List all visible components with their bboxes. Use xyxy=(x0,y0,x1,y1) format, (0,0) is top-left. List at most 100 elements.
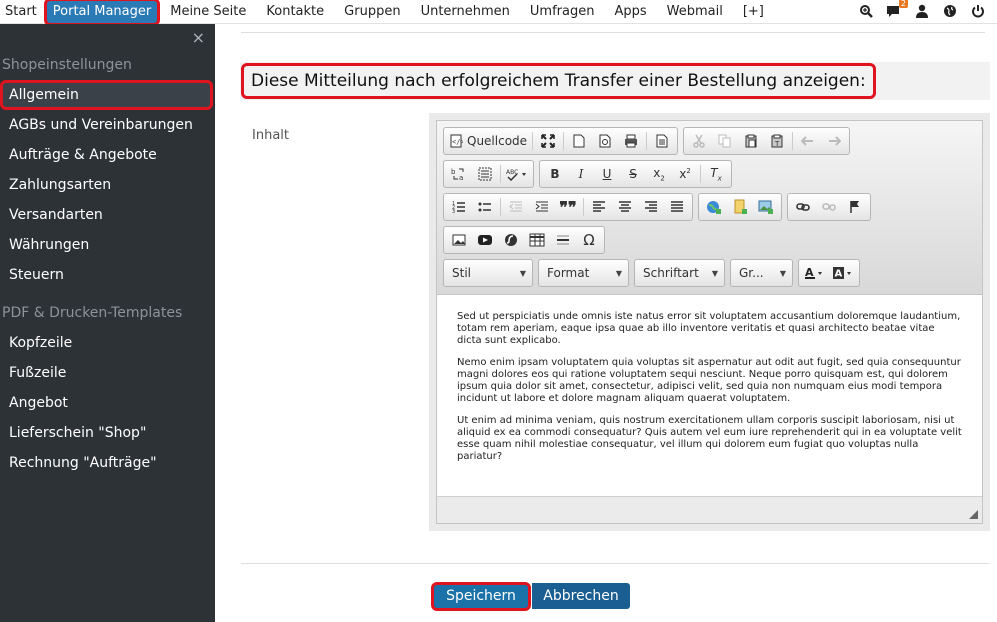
templates-icon[interactable] xyxy=(649,129,675,153)
bulleted-list-icon[interactable] xyxy=(472,195,498,219)
align-center-icon[interactable] xyxy=(612,195,638,219)
save-button[interactable]: Speichern xyxy=(431,582,531,611)
size-dropdown[interactable]: Gr... ▼ xyxy=(730,259,793,287)
toolbar-group-insert: Ω xyxy=(443,226,605,254)
sidebar-item-rechnung[interactable]: Rechnung "Aufträge" xyxy=(0,448,215,478)
font-dropdown[interactable]: Schriftart ▼ xyxy=(634,259,725,287)
globe-link-icon[interactable] xyxy=(701,195,727,219)
style-dropdown-label: Stil xyxy=(452,266,471,280)
sidebar-item-agbs[interactable]: AGBs und Vereinbarungen xyxy=(0,110,215,140)
resize-handle-icon[interactable] xyxy=(969,510,978,519)
text-color-icon[interactable]: A xyxy=(801,261,829,285)
indent-icon[interactable] xyxy=(529,195,555,219)
align-left-icon[interactable] xyxy=(586,195,612,219)
nav-kontakte[interactable]: Kontakte xyxy=(256,0,334,24)
sidebar: × Shopeinstellungen Allgemein AGBs und V… xyxy=(0,24,215,622)
toolbar-separator xyxy=(792,132,794,150)
nav-webmail[interactable]: Webmail xyxy=(657,0,733,24)
sidebar-item-waehrungen[interactable]: Währungen xyxy=(0,230,215,260)
preview-icon[interactable] xyxy=(592,129,618,153)
toolbar-separator xyxy=(500,165,501,183)
flash-icon[interactable] xyxy=(498,228,524,252)
align-justify-icon[interactable] xyxy=(664,195,690,219)
bold-icon[interactable]: B xyxy=(542,162,568,186)
nav-apps[interactable]: Apps xyxy=(604,0,656,24)
link-icon[interactable] xyxy=(790,195,816,219)
strikethrough-icon[interactable]: S xyxy=(620,162,646,186)
remove-format-icon[interactable]: Tx xyxy=(703,162,729,186)
cancel-button[interactable]: Abbrechen xyxy=(532,583,630,609)
sidebar-item-allgemein[interactable]: Allgemein xyxy=(0,80,213,110)
style-dropdown[interactable]: Stil ▼ xyxy=(443,259,533,287)
youtube-icon[interactable] xyxy=(472,228,498,252)
paste-text-icon[interactable]: T xyxy=(764,129,790,153)
nav-gruppen[interactable]: Gruppen xyxy=(334,0,410,24)
zoom-icon[interactable] xyxy=(857,2,875,20)
select-all-icon[interactable] xyxy=(472,162,498,186)
editor-statusbar xyxy=(437,496,982,523)
file-add-icon[interactable] xyxy=(727,195,753,219)
rich-text-editor: </> Quellcode T b a ABC B I U S x2 x2 Tx… xyxy=(436,120,983,524)
print-icon[interactable] xyxy=(618,129,644,153)
spellcheck-icon[interactable]: ABC xyxy=(503,162,531,186)
nav-start[interactable]: Start xyxy=(0,0,44,24)
maximize-icon[interactable] xyxy=(535,129,561,153)
italic-icon[interactable]: I xyxy=(568,162,594,186)
sidebar-item-angebot[interactable]: Angebot xyxy=(0,388,215,418)
svg-text:a: a xyxy=(459,174,463,181)
redo-icon[interactable] xyxy=(821,129,847,153)
unlink-icon[interactable] xyxy=(816,195,842,219)
superscript-icon[interactable]: x2 xyxy=(672,162,698,186)
nav-meine-seite[interactable]: Meine Seite xyxy=(160,0,256,24)
numbered-list-icon[interactable]: 123 xyxy=(446,195,472,219)
nav-umfragen[interactable]: Umfragen xyxy=(520,0,605,24)
format-dropdown[interactable]: Format ▼ xyxy=(538,259,629,287)
sidebar-item-kopfzeile[interactable]: Kopfzeile xyxy=(0,328,215,358)
nav-portal-manager[interactable]: Portal Manager xyxy=(43,0,161,26)
subscript-icon[interactable]: x2 xyxy=(646,162,672,186)
chevron-down-icon: ▼ xyxy=(711,268,718,278)
sidebar-item-steuern[interactable]: Steuern xyxy=(0,260,215,290)
find-replace-icon[interactable]: ba xyxy=(446,162,472,186)
underline-icon[interactable]: U xyxy=(594,162,620,186)
new-page-icon[interactable] xyxy=(566,129,592,153)
sidebar-item-versandarten[interactable]: Versandarten xyxy=(0,200,215,230)
sidebar-item-auftraege[interactable]: Aufträge & Angebote xyxy=(0,140,215,170)
toolbar-group-document: </> Quellcode xyxy=(443,127,679,155)
outdent-icon[interactable] xyxy=(503,195,529,219)
toolbar-separator xyxy=(583,198,584,216)
source-icon: </> xyxy=(450,134,463,148)
background-color-icon[interactable]: A xyxy=(829,261,857,285)
anchor-flag-icon[interactable] xyxy=(842,195,868,219)
source-button[interactable]: </> Quellcode xyxy=(446,129,530,153)
image-icon[interactable] xyxy=(446,228,472,252)
divider xyxy=(241,563,989,564)
nav-add[interactable]: [+] xyxy=(733,0,774,24)
chevron-down-icon: ▼ xyxy=(779,268,786,278)
editor-content-area[interactable]: Sed ut perspiciatis unde omnis iste natu… xyxy=(437,295,982,495)
align-right-icon[interactable] xyxy=(638,195,664,219)
copy-icon[interactable] xyxy=(712,129,738,153)
chat-icon[interactable]: 2 xyxy=(885,0,908,20)
paste-icon[interactable] xyxy=(738,129,764,153)
toolbar-group-basicstyles: B I U S x2 x2 Tx xyxy=(539,160,732,188)
field-label-inhalt: Inhalt xyxy=(252,128,289,143)
close-icon[interactable]: × xyxy=(192,28,205,47)
main-content: Diese Mitteilung nach erfolgreichem Tran… xyxy=(215,24,997,622)
sidebar-item-lieferschein[interactable]: Lieferschein "Shop" xyxy=(0,418,215,448)
power-icon[interactable] xyxy=(969,2,987,20)
horizontal-rule-icon[interactable] xyxy=(550,228,576,252)
cut-icon[interactable] xyxy=(686,129,712,153)
image-add-icon[interactable] xyxy=(753,195,779,219)
user-icon[interactable] xyxy=(913,2,931,20)
globe-icon[interactable] xyxy=(941,2,959,20)
sidebar-item-zahlungsarten[interactable]: Zahlungsarten xyxy=(0,170,215,200)
table-icon[interactable] xyxy=(524,228,550,252)
special-char-icon[interactable]: Ω xyxy=(576,228,602,252)
blockquote-icon[interactable]: ❞❞ xyxy=(555,195,581,219)
content-paragraph: Sed ut perspiciatis unde omnis iste natu… xyxy=(457,311,961,346)
sidebar-item-fusszeile[interactable]: Fußzeile xyxy=(0,358,215,388)
nav-unternehmen[interactable]: Unternehmen xyxy=(411,0,520,24)
toolbar-separator xyxy=(563,132,565,150)
undo-icon[interactable] xyxy=(795,129,821,153)
